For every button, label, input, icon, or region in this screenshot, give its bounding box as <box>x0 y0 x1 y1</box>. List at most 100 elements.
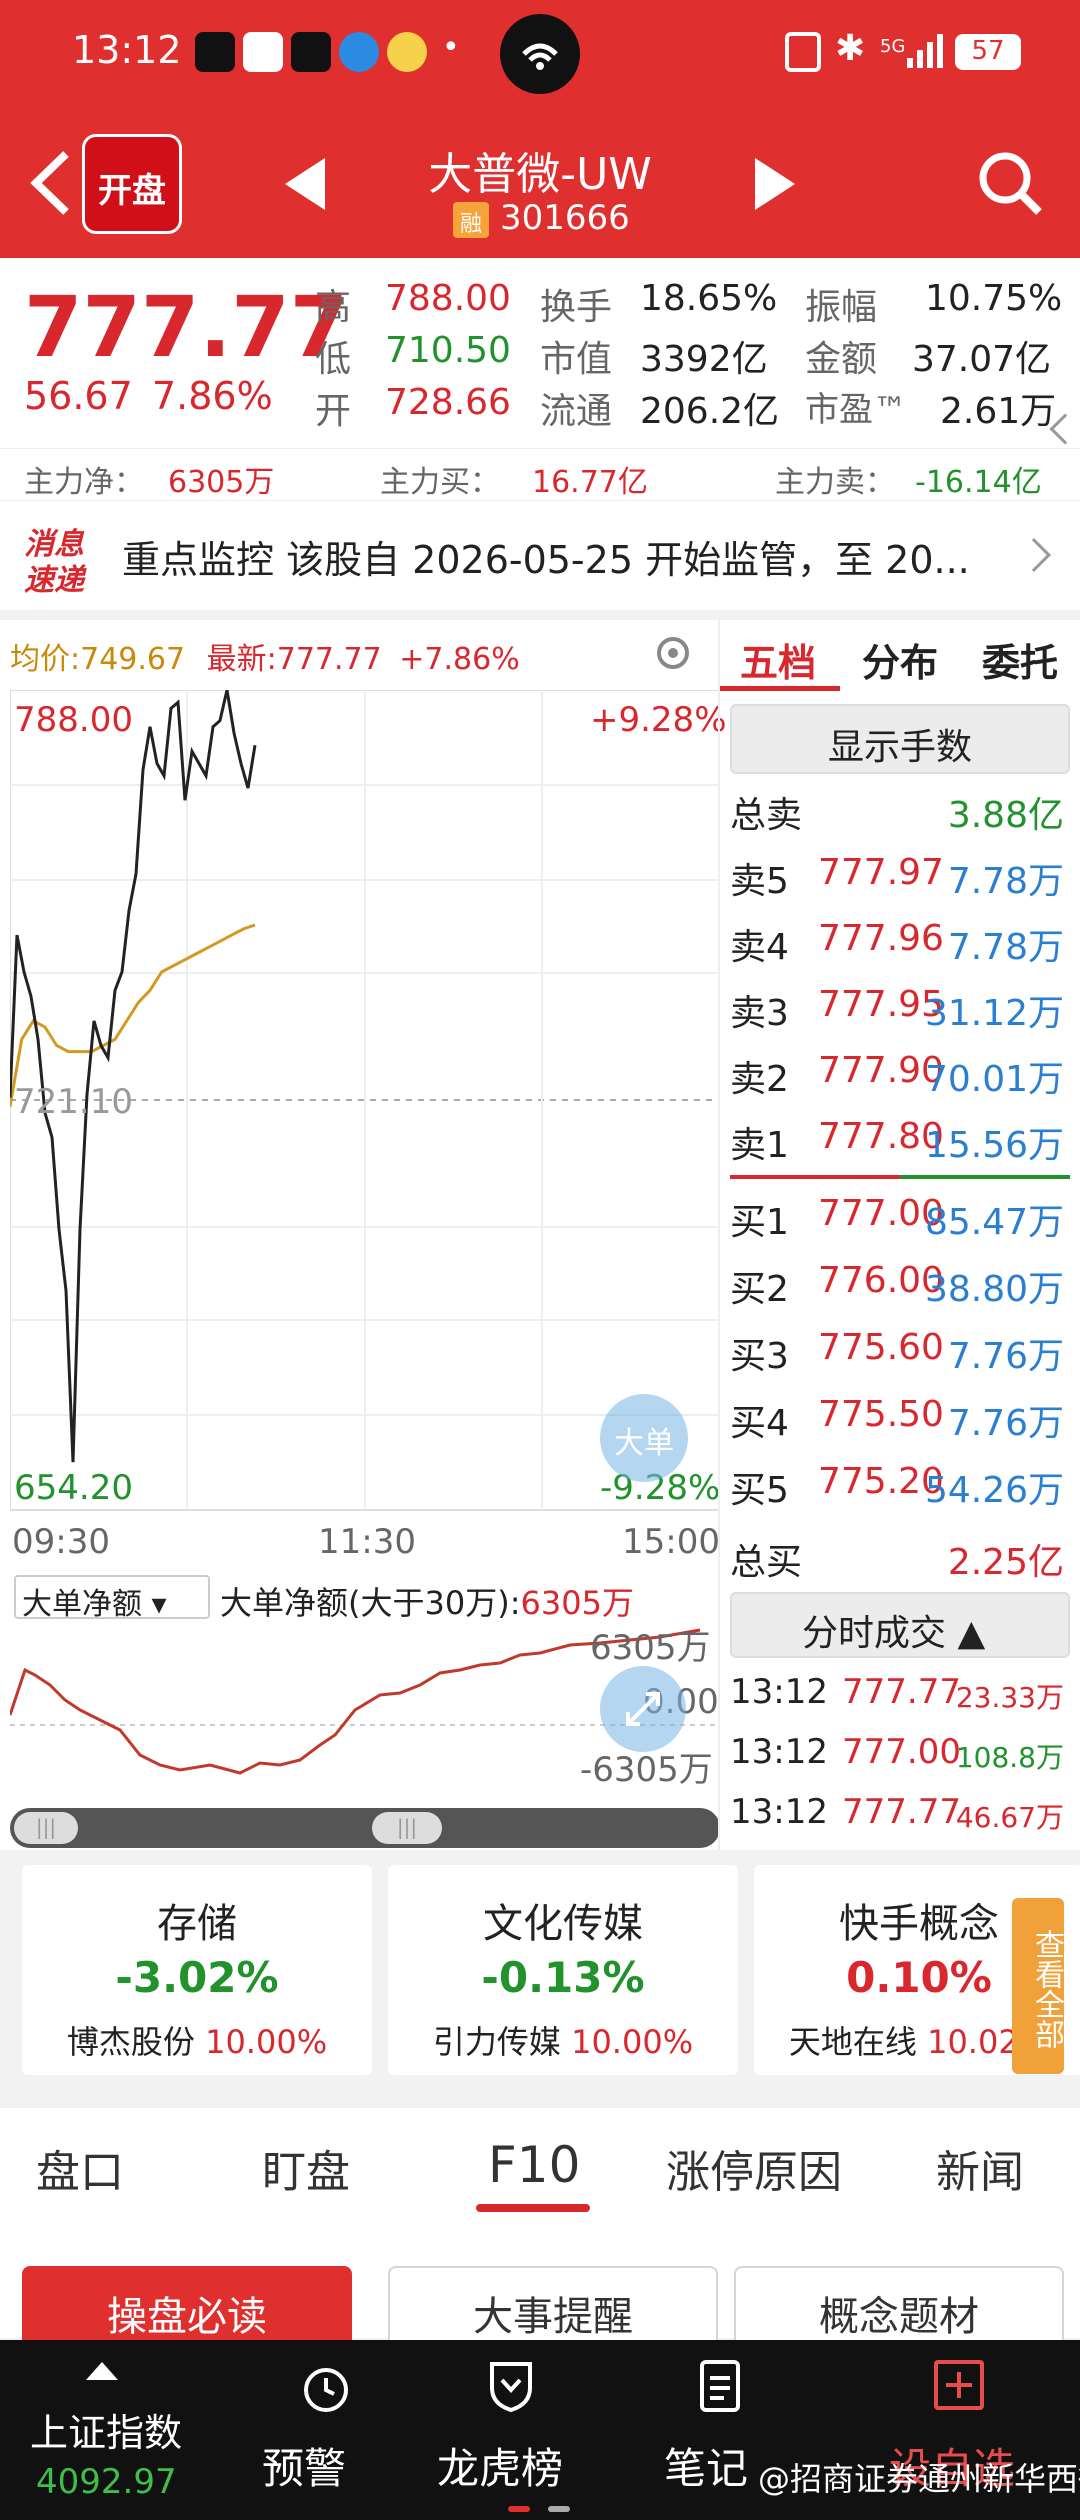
stock-code: 301666 <box>500 198 630 238</box>
bid-label: 买4 <box>730 1403 789 1444</box>
sector-leader-pct: 10.00% <box>205 2023 328 2061</box>
ask-volume: 7.78万 <box>947 861 1064 902</box>
app-icon <box>291 32 331 72</box>
prev-stock-icon[interactable] <box>285 158 325 210</box>
slider-handle-right[interactable]: ||| <box>372 1812 442 1844</box>
main-sell-value: -16.14亿 <box>915 465 1042 500</box>
ask-label: 卖1 <box>730 1125 789 1166</box>
chart-mid-price: 721.10 <box>14 1082 133 1122</box>
view-all-button[interactable]: 查看全部 <box>1012 1898 1064 2074</box>
ask-label: 卖3 <box>730 993 789 1034</box>
latest-value: 777.77 <box>276 642 382 677</box>
amplitude-label: 振幅 <box>805 287 878 328</box>
tick-row: 13:12 777.77 23.33万 <box>730 1664 1070 1730</box>
bid-row[interactable]: 买1 777.00 85.47万 <box>730 1185 1070 1251</box>
expand-arrows-icon[interactable] <box>600 1666 686 1752</box>
ask-row[interactable]: 卖1 777.80 15.56万 <box>730 1108 1070 1174</box>
sub-buttons: 操盘必读 大事提醒 概念题材 <box>0 2218 1080 2356</box>
time-end: 15:00 <box>622 1522 720 1562</box>
search-icon[interactable] <box>975 148 1045 218</box>
ask-price: 777.97 <box>818 852 944 893</box>
indicator-select[interactable]: 大单净额 ▾ <box>14 1575 210 1622</box>
bid-label: 买1 <box>730 1202 789 1243</box>
ask-volume: 70.01万 <box>924 1059 1064 1100</box>
amount-label: 金额 <box>805 339 878 380</box>
pe-label: 市盈™ <box>805 390 907 430</box>
ask-volume: 31.12万 <box>924 993 1064 1034</box>
total-buy-label: 总买 <box>730 1542 803 1583</box>
main-sell-label: 主力卖： <box>775 465 895 500</box>
next-stock-icon[interactable] <box>755 158 795 210</box>
bid-row[interactable]: 买2 776.00 38.80万 <box>730 1252 1070 1318</box>
tick-price: 777.77 <box>842 1672 961 1712</box>
time-range-slider[interactable] <box>10 1808 720 1848</box>
page-dot <box>548 2506 570 2512</box>
sector-leader: 博杰股份 <box>66 2023 195 2061</box>
open-logo[interactable]: 开盘 <box>82 134 182 234</box>
chevron-right-icon <box>1017 538 1051 572</box>
price-change: 56.67 <box>24 374 133 418</box>
bid-volume: 85.47万 <box>924 1202 1064 1243</box>
big-order-button[interactable]: 大单 <box>600 1394 688 1482</box>
ticks-button[interactable]: 分时成交 ▲ <box>730 1592 1070 1658</box>
float-label: 流通 <box>540 391 613 432</box>
detail-tabs: 盘口 盯盘 F10 涨停原因 新闻 <box>0 2108 1080 2218</box>
sector-leader-pct: 10.00% <box>571 2023 694 2061</box>
news-ticker[interactable]: 消息 速递 重点监控 该股自 2026-05-25 开始监管，至 20... <box>0 500 1080 610</box>
open-label: 开 <box>315 391 352 432</box>
turnover-label: 换手 <box>540 287 613 328</box>
time-start: 09:30 <box>12 1522 110 1562</box>
tab-f10[interactable]: F10 <box>488 2136 580 2194</box>
nav-bar: 开盘 大普微-UW 融 301666 <box>0 108 1080 258</box>
settings-gear-icon[interactable] <box>652 632 694 674</box>
ask-volume: 7.78万 <box>947 927 1064 968</box>
high-label: 高 <box>315 287 352 328</box>
bid-row[interactable]: 买4 775.50 7.76万 <box>730 1386 1070 1452</box>
chart-bottom-price: 654.20 <box>14 1468 133 1508</box>
sector-card[interactable]: 存储 -3.02% 博杰股份 10.00% <box>22 1865 372 2075</box>
note-icon <box>698 2358 742 2414</box>
tab-dingpan[interactable]: 盯盘 <box>262 2136 350 2200</box>
tab-distribution[interactable]: 分布 <box>862 632 938 687</box>
ask-row[interactable]: 卖2 777.90 70.01万 <box>730 1042 1070 1108</box>
total-buy-value: 2.25亿 <box>947 1542 1064 1583</box>
chart-header: 均价:749.67 最新:777.77 +7.86% <box>10 634 520 678</box>
main-buy-value: 16.77亿 <box>532 465 648 500</box>
back-icon[interactable] <box>22 148 82 218</box>
tick-time: 13:12 <box>730 1672 828 1712</box>
tick-time: 13:12 <box>730 1732 828 1772</box>
sector-card[interactable]: 文化传媒 -0.13% 引力传媒 10.00% <box>388 1865 738 2075</box>
tab-pankou[interactable]: 盘口 <box>36 2136 124 2200</box>
sector-pct: -3.02% <box>115 1953 279 2002</box>
margin-badge: 融 <box>453 202 489 238</box>
status-bar: 13:12 • ✱ 5G 57 <box>0 0 1080 108</box>
time-mid: 11:30 <box>318 1522 416 1562</box>
latest-label: 最新: <box>206 642 277 677</box>
bid-row[interactable]: 买3 775.60 7.76万 <box>730 1319 1070 1385</box>
battery-indicator: 57 <box>955 34 1021 70</box>
bid-label: 买2 <box>730 1269 789 1310</box>
bid-row[interactable]: 买5 775.20 54.26万 <box>730 1453 1070 1519</box>
watermark-text: @招商证券通州新华西街 <box>758 2460 1080 2498</box>
float-value: 206.2亿 <box>640 391 780 432</box>
indicator-title: 大单净额(大于30万):6305万 <box>220 1578 634 1624</box>
tab-orders[interactable]: 委托 <box>982 632 1058 687</box>
nfc-icon <box>785 32 821 72</box>
latest-pct: +7.86% <box>399 642 520 677</box>
tab-five-levels[interactable]: 五档 <box>740 632 816 687</box>
stock-title: 大普微-UW <box>428 149 652 200</box>
tab-news[interactable]: 新闻 <box>936 2136 1024 2200</box>
ask-row[interactable]: 卖5 777.97 7.78万 <box>730 844 1070 910</box>
bid-label: 买3 <box>730 1336 789 1377</box>
high-value: 788.00 <box>385 278 511 319</box>
slider-handle-left[interactable]: ||| <box>14 1812 78 1844</box>
ask-row[interactable]: 卖4 777.96 7.78万 <box>730 910 1070 976</box>
ask-row[interactable]: 卖3 777.95 31.12万 <box>730 976 1070 1042</box>
ask-volume: 15.56万 <box>924 1125 1064 1166</box>
bid-volume: 38.80万 <box>924 1269 1064 1310</box>
tab-limit-reason[interactable]: 涨停原因 <box>666 2136 842 2200</box>
ask-label: 卖5 <box>730 861 789 902</box>
show-hands-button[interactable]: 显示手数 <box>730 704 1070 774</box>
bottom-nav: 上证指数 4092.97 预警 龙虎榜 笔记 设自选 @招商证券通州新华西街 <box>0 2340 1080 2520</box>
dropdown-arrow-icon: ▾ <box>142 1587 167 1622</box>
